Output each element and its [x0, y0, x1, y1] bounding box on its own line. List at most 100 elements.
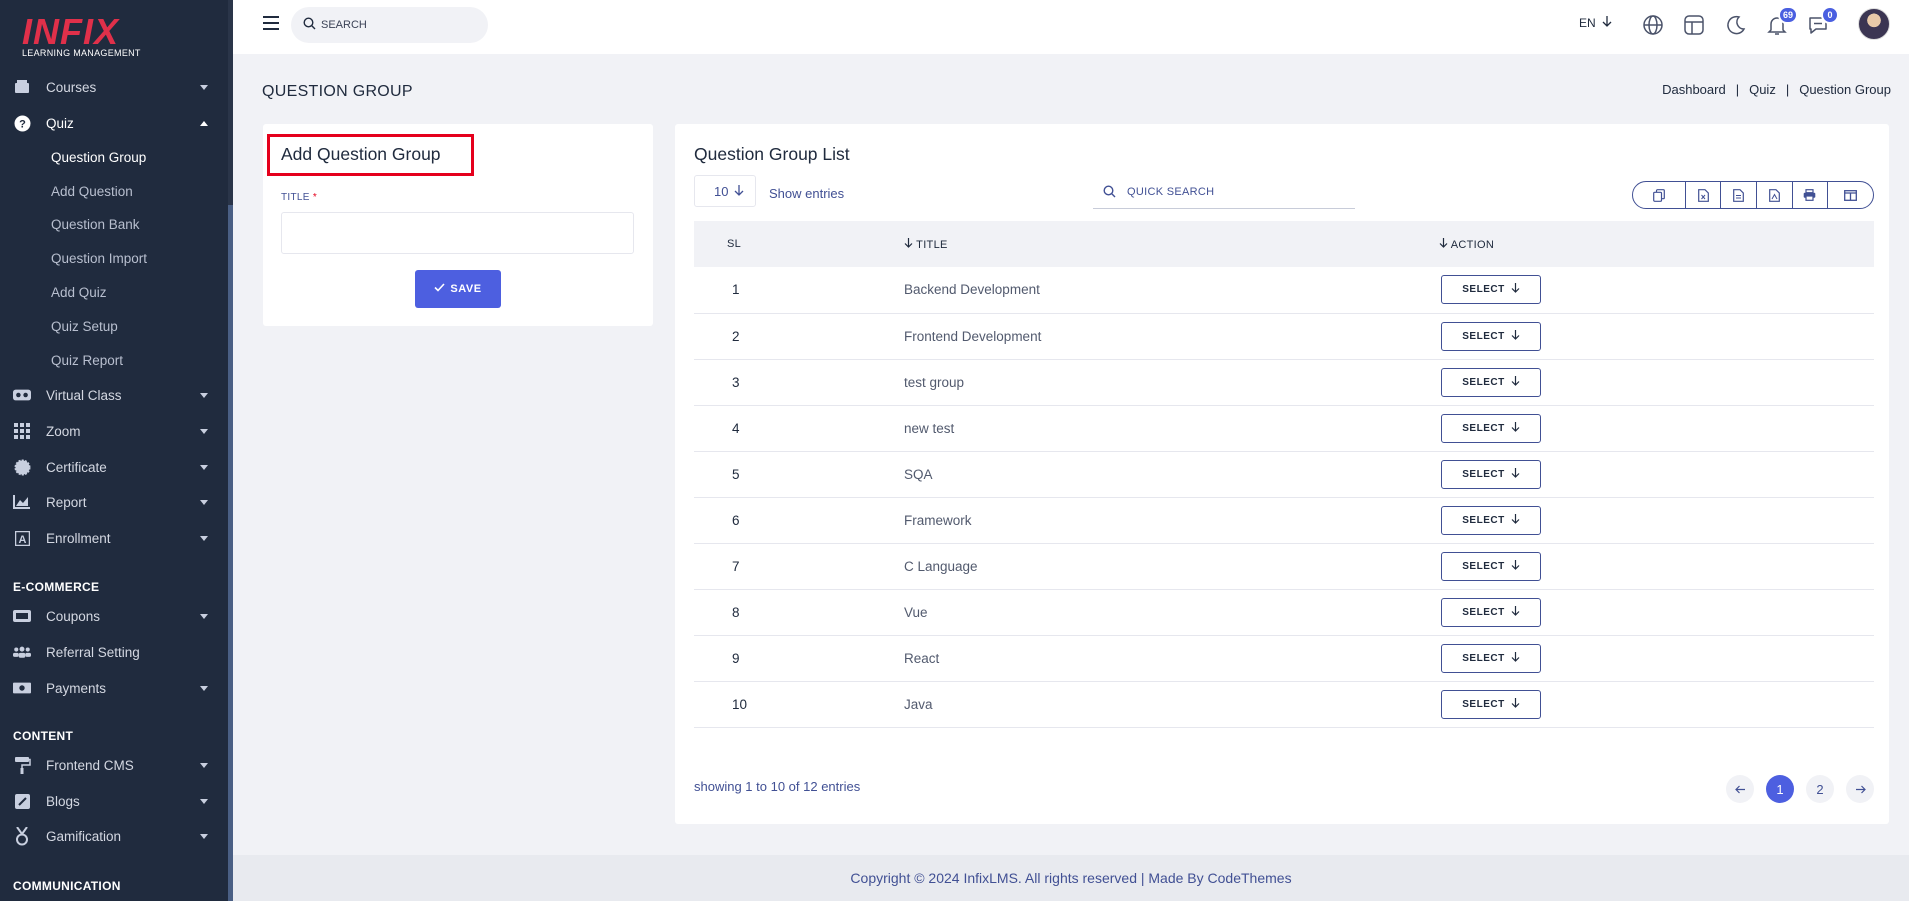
- arrow-down-icon: [1511, 651, 1520, 665]
- globe-icon[interactable]: [1642, 14, 1664, 36]
- sidebar-sub-quiz-report[interactable]: Quiz Report: [51, 353, 123, 368]
- layout-icon[interactable]: [1683, 14, 1705, 36]
- enrollment-icon: A: [13, 529, 31, 547]
- sidebar-item-quiz[interactable]: ? Quiz: [0, 108, 228, 138]
- notification-badge: 69: [1778, 6, 1799, 24]
- sidebar-item-referral-setting[interactable]: Referral Setting: [0, 637, 228, 667]
- select-button[interactable]: SELECT: [1441, 551, 1541, 581]
- pdf-icon[interactable]: [1757, 182, 1793, 208]
- top-bar: EN 69 0: [233, 0, 1909, 54]
- row-sl: 7: [732, 558, 740, 574]
- next-page-button[interactable]: [1846, 775, 1874, 803]
- menu-toggle-icon[interactable]: [263, 16, 279, 30]
- select-button[interactable]: SELECT: [1441, 367, 1541, 397]
- sidebar-item-courses[interactable]: Courses: [0, 72, 228, 102]
- search-input[interactable]: [321, 16, 471, 34]
- question-circle-icon: ?: [13, 114, 31, 132]
- sidebar-item-label: Zoom: [46, 423, 81, 439]
- sidebar-item-label: Certificate: [46, 459, 107, 475]
- title-input[interactable]: [281, 212, 634, 254]
- row-title: test group: [904, 374, 965, 390]
- select-button[interactable]: SELECT: [1441, 413, 1541, 443]
- column-header-action-text: ACTION: [1450, 238, 1495, 251]
- columns-icon[interactable]: [1828, 182, 1873, 208]
- select-button[interactable]: SELECT: [1441, 597, 1541, 627]
- chevron-down-icon: [200, 84, 208, 90]
- column-header-sl[interactable]: SL: [694, 221, 904, 267]
- row-sl: 5: [732, 466, 740, 482]
- sidebar-sub-add-question[interactable]: Add Question: [51, 184, 133, 199]
- page-button-2[interactable]: 2: [1806, 775, 1834, 803]
- prev-page-button[interactable]: [1726, 775, 1754, 803]
- breadcrumb-dashboard[interactable]: Dashboard: [1662, 82, 1726, 97]
- entries-value: 10: [714, 183, 729, 199]
- column-header-title[interactable]: TITLE: [904, 221, 1439, 267]
- print-icon[interactable]: [1793, 182, 1829, 208]
- page-button-1[interactable]: 1: [1766, 775, 1794, 803]
- column-header-action[interactable]: ACTION: [1439, 221, 1874, 267]
- table-row: 2 Frontend Development SELECT: [694, 313, 1874, 359]
- select-button[interactable]: SELECT: [1441, 459, 1541, 489]
- sidebar-sub-question-group[interactable]: Question Group: [51, 150, 146, 165]
- brand-logo[interactable]: INFIX LEARNING MANAGEMENT: [22, 14, 141, 59]
- add-question-group-card: Add Question Group TITLE * SAVE: [263, 124, 653, 326]
- select-button[interactable]: SELECT: [1441, 321, 1541, 351]
- select-button[interactable]: SELECT: [1441, 505, 1541, 535]
- select-button[interactable]: SELECT: [1441, 689, 1541, 719]
- sidebar-item-virtual-class[interactable]: Virtual Class: [0, 380, 228, 410]
- sidebar-item-label: Enrollment: [46, 530, 111, 546]
- sidebar-scroll-thumb[interactable]: [228, 205, 233, 901]
- sidebar-item-enrollment[interactable]: A Enrollment: [0, 523, 228, 553]
- sidebar-item-coupons[interactable]: Coupons: [0, 601, 228, 631]
- sidebar-item-certificate[interactable]: Certificate: [0, 452, 228, 482]
- moon-icon[interactable]: [1725, 14, 1747, 36]
- table-row: 6 Framework SELECT: [694, 497, 1874, 543]
- footer: Copyright © 2024 InfixLMS. All rights re…: [233, 855, 1909, 901]
- sidebar-sub-question-import[interactable]: Question Import: [51, 251, 147, 266]
- select-label: SELECT: [1462, 560, 1505, 572]
- title-field-label: TITLE *: [281, 192, 317, 203]
- sidebar-item-zoom[interactable]: Zoom: [0, 416, 228, 446]
- sidebar-item-label: Virtual Class: [46, 387, 122, 403]
- select-label: SELECT: [1462, 468, 1505, 480]
- quick-search-input[interactable]: [1127, 183, 1347, 201]
- copy-icon[interactable]: [1633, 182, 1686, 208]
- row-sl: 8: [732, 604, 740, 620]
- select-label: SELECT: [1462, 698, 1505, 710]
- arrow-down-icon: [1511, 283, 1520, 296]
- breadcrumb-quiz[interactable]: Quiz: [1749, 82, 1776, 97]
- sidebar-item-blogs[interactable]: Blogs: [0, 786, 228, 816]
- sidebar-item-label: Frontend CMS: [46, 757, 134, 773]
- row-action: SELECT: [1439, 451, 1874, 497]
- entries-per-page-select[interactable]: 10: [694, 175, 756, 207]
- select-label: SELECT: [1462, 606, 1505, 618]
- row-sl: 2: [732, 328, 740, 344]
- sidebar: INFIX LEARNING MANAGEMENT Courses ? Quiz…: [0, 0, 233, 901]
- select-button[interactable]: SELECT: [1441, 643, 1541, 673]
- sidebar-item-report[interactable]: Report: [0, 487, 228, 517]
- arrow-down-icon: [1511, 697, 1520, 711]
- sidebar-item-label: Payments: [46, 680, 107, 696]
- avatar[interactable]: [1858, 8, 1890, 40]
- pagination: 1 2: [1726, 775, 1874, 803]
- excel-icon[interactable]: [1686, 182, 1722, 208]
- sidebar-sub-question-bank[interactable]: Question Bank: [51, 217, 140, 232]
- sidebar-item-label: Referral Setting: [46, 644, 140, 660]
- select-button[interactable]: SELECT: [1441, 275, 1541, 305]
- row-title: Java: [904, 696, 933, 712]
- breadcrumb-question-group: Question Group: [1799, 82, 1891, 97]
- arrow-down-icon: [1511, 513, 1520, 527]
- row-action: SELECT: [1439, 267, 1874, 313]
- sidebar-sub-add-quiz[interactable]: Add Quiz: [51, 285, 107, 300]
- select-label: SELECT: [1462, 652, 1505, 664]
- sort-arrow-icon: [1439, 237, 1448, 251]
- sidebar-item-frontend-cms[interactable]: Frontend CMS: [0, 750, 228, 780]
- chevron-down-icon: [200, 685, 208, 691]
- csv-icon[interactable]: [1721, 182, 1757, 208]
- save-button[interactable]: SAVE: [415, 270, 501, 308]
- sidebar-sub-quiz-setup[interactable]: Quiz Setup: [51, 319, 118, 334]
- sidebar-item-gamification[interactable]: Gamification: [0, 821, 228, 851]
- arrow-down-icon: [1511, 375, 1520, 389]
- sidebar-item-payments[interactable]: Payments: [0, 673, 228, 703]
- language-selector[interactable]: EN: [1579, 16, 1612, 30]
